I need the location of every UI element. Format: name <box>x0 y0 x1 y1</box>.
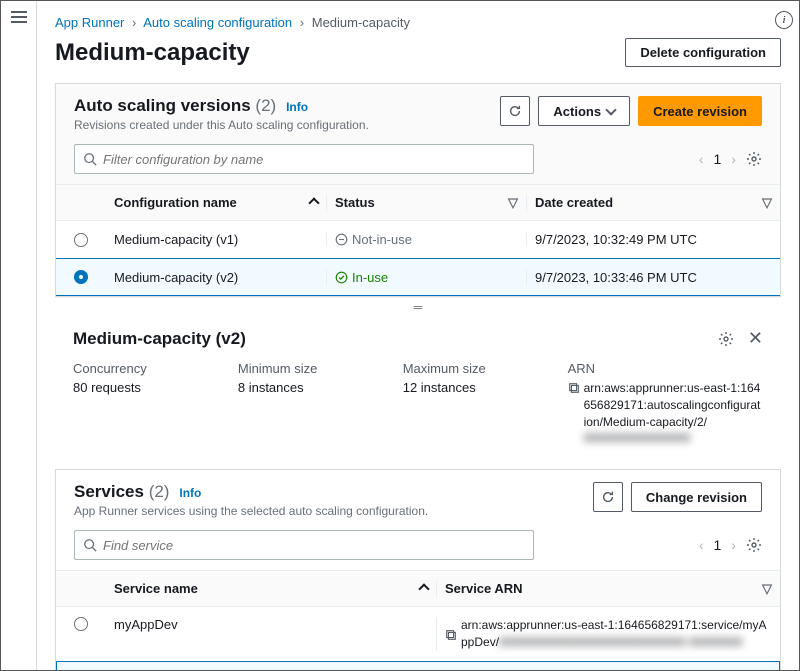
versions-page-number: 1 <box>714 151 722 167</box>
gear-icon <box>718 331 734 347</box>
services-prev-page[interactable]: ‹ <box>699 537 704 553</box>
th-config-name[interactable]: Configuration name <box>114 195 302 210</box>
breadcrumb: App Runner › Auto scaling configuration … <box>55 15 781 30</box>
versions-actions-button[interactable]: Actions <box>538 96 630 126</box>
th-service-name[interactable]: Service name <box>114 581 412 596</box>
services-heading: Services (2) <box>74 482 169 501</box>
service-row[interactable]: myAppDev arn:aws:apprunner:us-east-1:164… <box>56 606 780 661</box>
sort-asc-icon <box>308 197 319 208</box>
versions-filter-input[interactable] <box>103 152 525 167</box>
version-radio[interactable] <box>74 233 88 247</box>
sort-asc-icon <box>418 583 429 594</box>
change-revision-button[interactable]: Change revision <box>631 482 762 512</box>
services-settings-button[interactable] <box>746 537 762 553</box>
versions-prev-page[interactable]: ‹ <box>699 151 704 167</box>
refresh-icon <box>601 490 615 504</box>
th-service-arn[interactable]: Service ARN <box>445 581 758 596</box>
versions-subtext: Revisions created under this Auto scalin… <box>74 118 369 132</box>
not-in-use-icon <box>335 233 348 246</box>
versions-settings-button[interactable] <box>746 151 762 167</box>
page-title: Medium-capacity <box>55 39 250 67</box>
version-row[interactable]: Medium-capacity (v1) Not-in-use 9/7/2023… <box>56 220 780 258</box>
versions-filter-input-wrapper[interactable] <box>74 144 534 174</box>
copy-icon[interactable] <box>568 382 580 394</box>
versions-heading: Auto scaling versions (2) <box>74 96 276 115</box>
detail-title: Medium-capacity (v2) <box>73 329 246 349</box>
th-status[interactable]: Status <box>335 195 504 210</box>
delete-configuration-button[interactable]: Delete configuration <box>625 38 781 67</box>
search-icon <box>83 538 97 552</box>
split-panel-handle[interactable]: ═ <box>55 297 781 318</box>
refresh-icon <box>508 104 522 118</box>
service-radio[interactable] <box>74 617 88 631</box>
th-date[interactable]: Date created <box>535 195 758 210</box>
copy-icon[interactable] <box>445 629 457 641</box>
chevron-down-icon <box>605 104 616 115</box>
detail-settings-button[interactable] <box>718 331 734 347</box>
service-row[interactable]: pythonTest arn:aws:apprunner:us-east-1:1… <box>56 661 780 670</box>
services-filter-input[interactable] <box>103 538 525 553</box>
services-refresh-button[interactable] <box>593 482 623 512</box>
create-revision-button[interactable]: Create revision <box>638 96 762 126</box>
gear-icon <box>746 151 762 167</box>
services-filter-input-wrapper[interactable] <box>74 530 534 560</box>
breadcrumb-level1[interactable]: Auto scaling configuration <box>143 15 292 30</box>
close-icon[interactable]: ✕ <box>748 328 763 349</box>
services-info-link[interactable]: Info <box>179 486 201 500</box>
help-panel-icon[interactable]: i <box>775 11 793 29</box>
search-icon <box>83 152 97 166</box>
version-row[interactable]: Medium-capacity (v2) In-use 9/7/2023, 10… <box>56 258 780 296</box>
gear-icon <box>746 537 762 553</box>
breadcrumb-root[interactable]: App Runner <box>55 15 124 30</box>
menu-toggle-icon[interactable] <box>11 11 27 23</box>
in-use-icon <box>335 271 348 284</box>
breadcrumb-current: Medium-capacity <box>312 15 410 30</box>
version-radio[interactable] <box>74 270 88 284</box>
services-next-page[interactable]: › <box>731 537 736 553</box>
versions-next-page[interactable]: › <box>731 151 736 167</box>
versions-info-link[interactable]: Info <box>286 100 308 114</box>
versions-refresh-button[interactable] <box>500 96 530 126</box>
